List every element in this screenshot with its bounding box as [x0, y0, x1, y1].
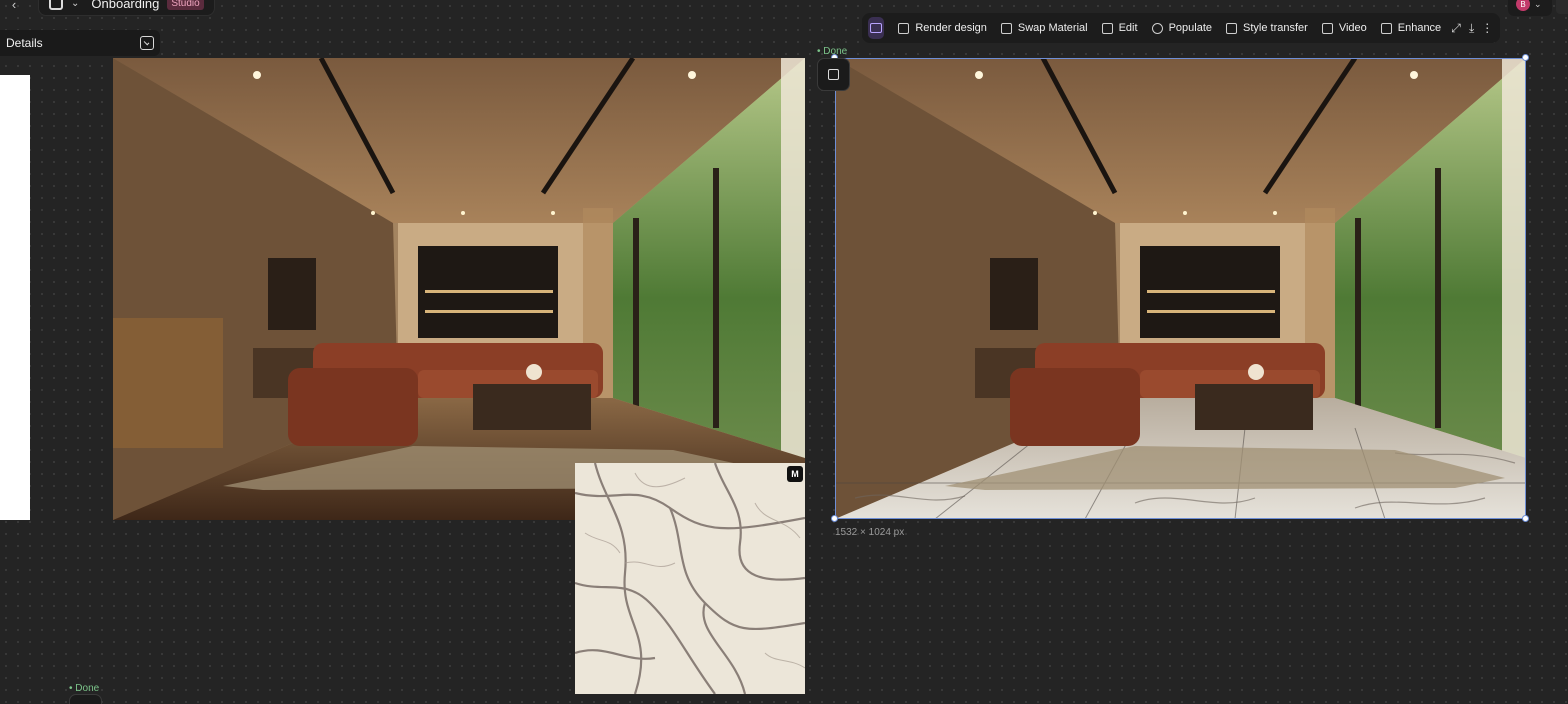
material-badge: M	[787, 466, 803, 482]
marble-texture-image[interactable]	[575, 463, 805, 694]
avatar: B	[1516, 0, 1530, 11]
project-bar[interactable]: ⌄ Onboarding Studio	[38, 0, 215, 16]
render-design-button[interactable]: Render design	[892, 17, 993, 39]
details-panel-header[interactable]: Details	[0, 30, 160, 56]
details-panel-body	[0, 75, 30, 520]
resize-handle-bottom-left[interactable]	[831, 515, 838, 522]
more-vertical-icon: ⋮	[1481, 21, 1494, 35]
video-button[interactable]: Video	[1316, 17, 1373, 39]
project-badge: Studio	[167, 0, 204, 10]
original-room-image[interactable]	[113, 58, 805, 520]
image-size-label: 1532 × 1024 px	[835, 527, 905, 538]
swap-node-button[interactable]	[817, 58, 850, 91]
ai-generate-button[interactable]	[868, 17, 885, 39]
populate-icon	[1151, 22, 1163, 34]
enhance-label: Enhance	[1397, 22, 1442, 34]
project-icon	[49, 0, 63, 10]
edit-label: Edit	[1118, 22, 1138, 34]
bottom-node-status: • Done	[69, 683, 100, 694]
back-button[interactable]: ‹	[0, 0, 28, 16]
result-room-image[interactable]	[835, 58, 1526, 519]
collapse-panel-icon[interactable]	[140, 36, 154, 50]
project-name: Onboarding	[91, 0, 160, 11]
swap-material-label: Swap Material	[1017, 22, 1088, 34]
style-transfer-button[interactable]: Style transfer	[1220, 17, 1314, 39]
swap-material-icon	[1000, 22, 1012, 34]
user-menu[interactable]: B ⌄	[1508, 0, 1552, 16]
resize-handle-top-right[interactable]	[1522, 54, 1529, 61]
style-transfer-label: Style transfer	[1243, 22, 1308, 34]
render-design-label: Render design	[915, 22, 987, 34]
chevron-down-icon[interactable]: ⌄	[71, 0, 79, 9]
resize-handle-bottom-right[interactable]	[1522, 515, 1529, 522]
populate-label: Populate	[1168, 22, 1212, 34]
bottom-node[interactable]	[69, 694, 102, 704]
enhance-icon	[1380, 22, 1392, 34]
swap-material-icon	[828, 69, 839, 80]
right-image-status: • Done	[817, 46, 848, 57]
more-options-button[interactable]: ⋮	[1480, 17, 1494, 39]
chevron-left-icon: ‹	[11, 0, 17, 12]
ai-sparkle-icon	[870, 23, 883, 33]
enhance-button[interactable]: Enhance	[1375, 17, 1447, 39]
video-label: Video	[1338, 22, 1367, 34]
image-toolbar: Render design Swap Material Edit Populat…	[862, 13, 1500, 43]
chevron-down-icon: ⌄	[1534, 0, 1542, 9]
details-title: Details	[6, 36, 43, 50]
edit-button[interactable]: Edit	[1096, 17, 1144, 39]
swap-material-button[interactable]: Swap Material	[995, 17, 1094, 39]
populate-button[interactable]: Populate	[1146, 17, 1218, 39]
edit-icon	[1101, 22, 1113, 34]
download-icon: ⤓	[1468, 20, 1475, 35]
corner-button[interactable]	[1556, 0, 1568, 14]
style-transfer-icon	[1226, 22, 1237, 34]
download-button[interactable]: ⤓	[1465, 17, 1479, 39]
video-icon	[1321, 22, 1333, 34]
expand-button[interactable]: ⤢	[1449, 17, 1463, 39]
render-icon	[898, 22, 910, 34]
expand-icon: ⤢	[1451, 20, 1461, 35]
